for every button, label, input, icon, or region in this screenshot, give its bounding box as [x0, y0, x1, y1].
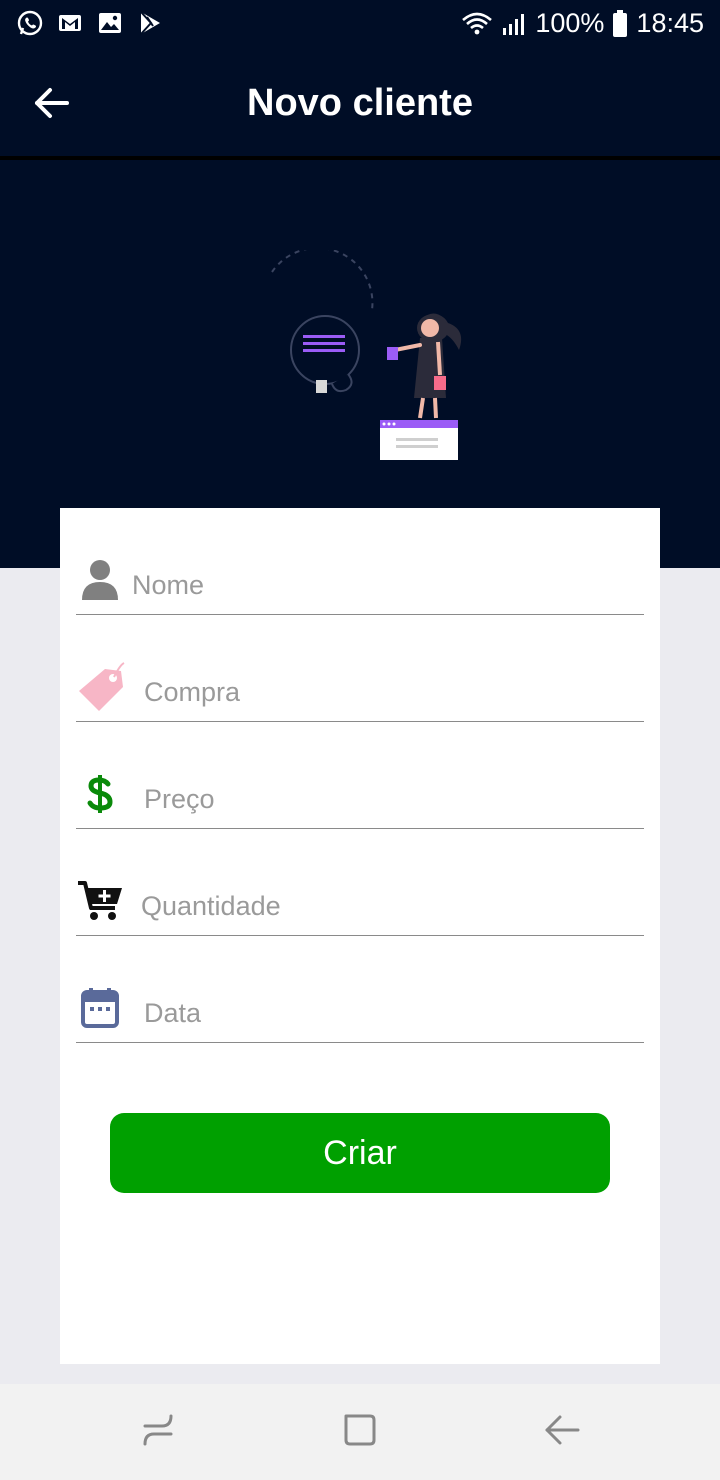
signal-icon	[501, 11, 527, 37]
system-status: 100% 18:45	[461, 8, 704, 39]
recent-apps-button[interactable]	[138, 1412, 178, 1452]
gmail-icon	[56, 9, 84, 37]
back-nav-button[interactable]	[542, 1412, 582, 1452]
battery-percent: 100%	[535, 8, 605, 38]
price-input[interactable]	[144, 777, 624, 821]
price-field	[76, 769, 644, 829]
person-icon	[76, 555, 124, 605]
notification-icons	[16, 9, 164, 37]
play-store-icon	[136, 9, 164, 37]
whatsapp-icon	[16, 9, 44, 37]
app-bar: Novo cliente	[0, 50, 720, 156]
shopping-illustration	[271, 250, 462, 460]
form-card: Criar	[60, 508, 660, 1364]
date-field	[76, 983, 644, 1043]
quantity-input[interactable]	[141, 884, 621, 928]
back-icon	[544, 1412, 580, 1453]
name-input[interactable]	[132, 563, 612, 607]
wifi-icon	[461, 11, 493, 37]
system-nav-bar	[0, 1384, 720, 1480]
calendar-icon	[76, 983, 124, 1033]
home-icon	[342, 1412, 378, 1453]
recent-apps-icon	[140, 1412, 176, 1453]
clock: 18:45	[636, 8, 704, 38]
create-button[interactable]: Criar	[110, 1113, 610, 1193]
quantity-field	[76, 876, 644, 936]
page-title: Novo cliente	[247, 82, 473, 124]
date-input[interactable]	[144, 991, 624, 1035]
dollar-icon	[76, 769, 124, 819]
gallery-icon	[96, 9, 124, 37]
hero-banner	[0, 160, 720, 568]
name-field	[76, 555, 644, 615]
price-tag-icon	[76, 662, 128, 712]
cart-add-icon	[76, 876, 124, 926]
purchase-input[interactable]	[144, 670, 624, 714]
purchase-field	[76, 662, 644, 722]
home-button[interactable]	[340, 1412, 380, 1452]
status-bar: 100% 18:45	[0, 0, 720, 50]
battery-icon	[612, 9, 628, 38]
